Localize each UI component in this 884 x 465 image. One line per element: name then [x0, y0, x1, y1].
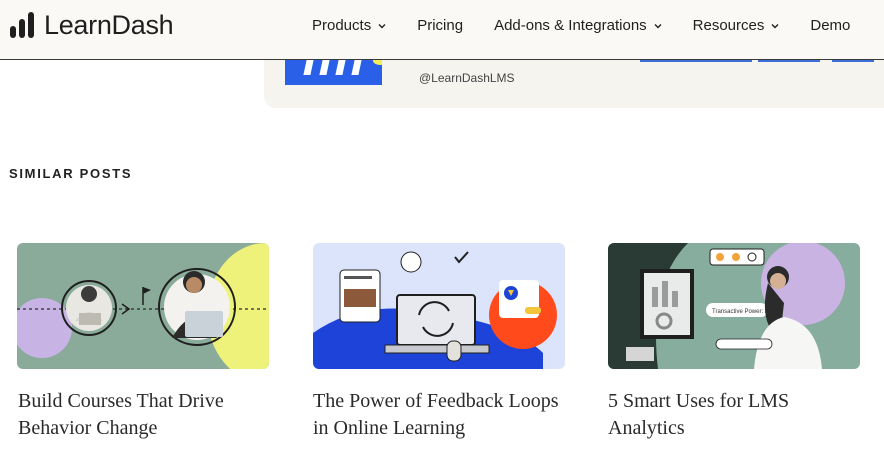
post-title-link[interactable]: The Power of Feedback Loops in Online Le… — [313, 388, 563, 442]
author-link-underline[interactable] — [832, 60, 874, 62]
site-header: LearnDash Products Pricing Add-ons & Int… — [0, 0, 884, 60]
author-image — [285, 60, 382, 85]
transactive-power-text: Transactive Power: $4 — [712, 309, 772, 315]
nav-item-label: Demo — [810, 16, 851, 34]
learndash-logo[interactable]: LearnDash — [10, 9, 174, 41]
post-illustration — [313, 243, 565, 369]
nav-item-label: Products — [312, 16, 372, 34]
chevron-down-icon — [654, 24, 662, 29]
main-nav: Products Pricing Add-ons & Integrations … — [312, 0, 850, 50]
post-title-link[interactable]: Build Courses That Drive Behavior Change — [18, 388, 268, 442]
chevron-down-icon — [771, 24, 779, 29]
nav-item-addons[interactable]: Add-ons & Integrations — [494, 17, 662, 34]
post-thumbnail[interactable]: Transactive Power: $4 — [608, 243, 860, 369]
post-illustration — [17, 243, 269, 369]
post-thumbnail[interactable] — [313, 243, 565, 369]
nav-item-demo[interactable]: Demo — [810, 17, 850, 34]
author-social-handle[interactable]: @LearnDashLMS — [419, 71, 515, 85]
logo-bars-icon — [10, 12, 36, 38]
nav-item-label: Resources — [692, 16, 765, 34]
similar-posts-heading: SIMILAR POSTS — [9, 166, 133, 181]
author-link-underline[interactable] — [640, 60, 752, 62]
logo-text: LearnDash — [44, 9, 174, 40]
nav-item-label: Add-ons & Integrations — [494, 16, 647, 34]
chevron-down-icon — [378, 24, 386, 29]
nav-item-resources[interactable]: Resources — [693, 17, 780, 34]
post-illustration: Transactive Power: $4 — [608, 243, 860, 369]
nav-item-products[interactable]: Products — [312, 17, 386, 34]
nav-item-pricing[interactable]: Pricing — [417, 17, 463, 34]
post-title-link[interactable]: 5 Smart Uses for LMS Analytics — [608, 388, 858, 442]
post-thumbnail[interactable] — [17, 243, 269, 369]
nav-item-label: Pricing — [417, 16, 464, 34]
author-link-underline[interactable] — [758, 60, 820, 62]
